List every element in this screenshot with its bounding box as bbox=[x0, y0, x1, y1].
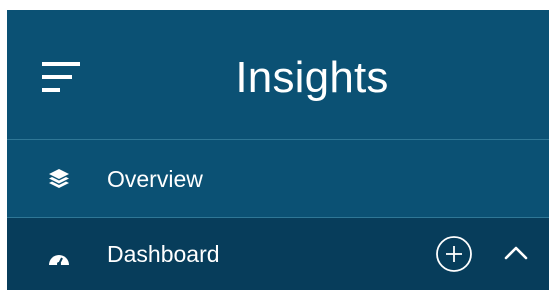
nav-item-overview[interactable]: Overview bbox=[7, 140, 549, 217]
chevron-up-icon[interactable] bbox=[503, 242, 529, 264]
navigation-panel: Insights Overview Dashboard bbox=[7, 10, 549, 290]
plus-circle-icon[interactable] bbox=[435, 235, 473, 273]
screenshot-frame: Insights Overview Dashboard bbox=[0, 0, 555, 295]
nav-item-label: Overview bbox=[107, 166, 203, 192]
layers-icon bbox=[47, 167, 71, 191]
gauge-icon bbox=[47, 248, 71, 272]
nav-item-label: Dashboard bbox=[107, 241, 220, 267]
nav-item-dashboard[interactable]: Dashboard bbox=[7, 218, 549, 290]
app-header: Insights bbox=[7, 10, 549, 139]
hamburger-menu-icon[interactable] bbox=[40, 58, 84, 100]
app-title: Insights bbox=[235, 53, 389, 102]
